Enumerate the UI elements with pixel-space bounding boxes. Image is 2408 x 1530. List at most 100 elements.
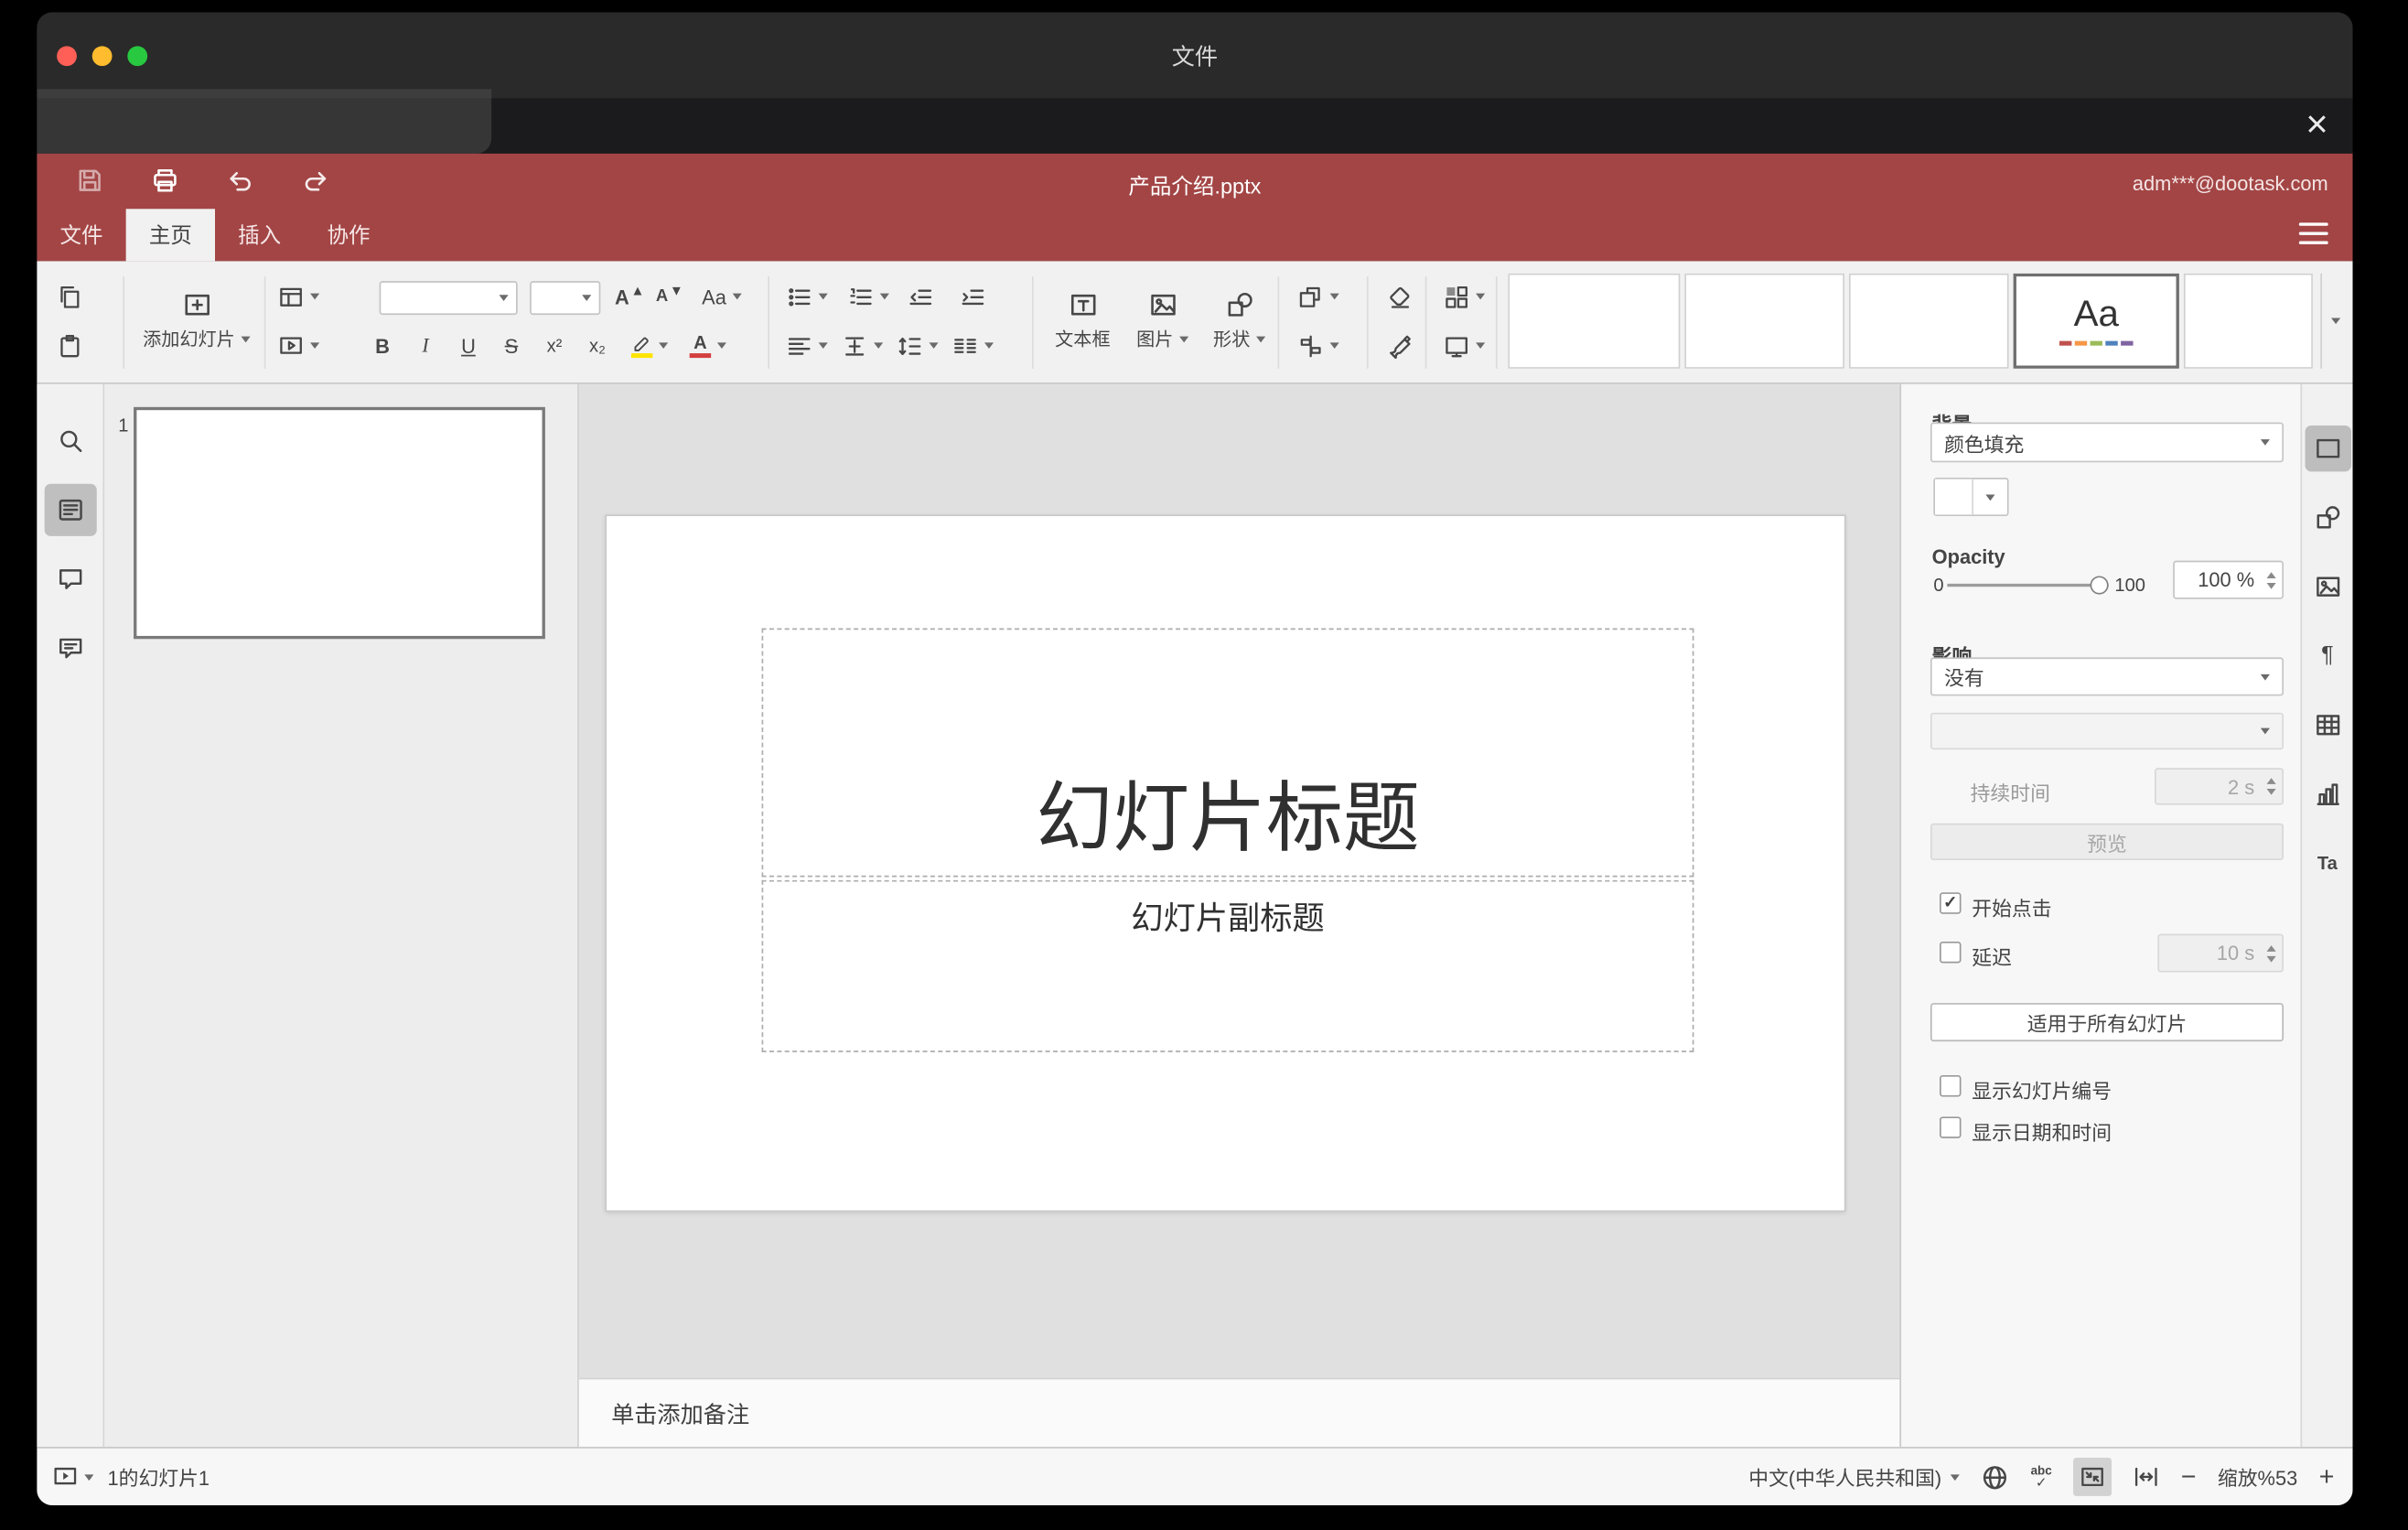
slide-layout-button[interactable]	[270, 276, 325, 317]
tab-collaboration[interactable]: 协作	[304, 209, 392, 261]
font-size-select[interactable]	[530, 281, 601, 316]
align-shape-button[interactable]	[1290, 326, 1345, 366]
highlight-color-button[interactable]	[623, 326, 675, 366]
slides-panel-button[interactable]	[37, 475, 102, 544]
slide-canvas[interactable]: 幻灯片标题 幻灯片副标题	[605, 514, 1846, 1212]
decrease-indent-button[interactable]	[900, 276, 941, 317]
save-button[interactable]	[74, 165, 105, 196]
font-name-select[interactable]	[379, 281, 518, 316]
shape-button[interactable]: 形状	[1201, 274, 1278, 369]
subtitle-placeholder[interactable]: 幻灯片副标题	[761, 879, 1694, 1052]
image-button[interactable]: 图片	[1124, 274, 1201, 369]
theme-item[interactable]	[1508, 273, 1681, 369]
preview-button[interactable]: 预览	[1930, 823, 2284, 860]
increase-indent-button[interactable]	[952, 276, 993, 317]
chevron-down-icon	[84, 1473, 94, 1481]
zoom-in-button[interactable]: +	[2319, 1464, 2335, 1491]
opacity-slider[interactable]	[1947, 575, 2109, 597]
opacity-input[interactable]: 100 %	[2173, 560, 2284, 599]
delay-checkbox[interactable]	[1940, 941, 1962, 964]
background-fill-select[interactable]: 颜色填充	[1930, 422, 2284, 463]
bold-button[interactable]: B	[362, 326, 403, 366]
fit-to-slide-button[interactable]	[2073, 1457, 2112, 1496]
horizontal-align-button[interactable]	[780, 326, 833, 366]
chevron-down-icon	[732, 293, 742, 300]
text-art-settings-tab[interactable]: Ta	[2302, 828, 2352, 898]
effect-select[interactable]: 没有	[1930, 657, 2284, 696]
theme-item[interactable]	[1684, 273, 1844, 369]
print-button[interactable]	[149, 165, 180, 196]
zoom-out-button[interactable]: −	[2181, 1464, 2197, 1491]
show-slide-number-checkbox[interactable]	[1940, 1074, 1962, 1097]
slider-knob[interactable]	[2090, 576, 2109, 595]
vertical-align-button[interactable]	[835, 326, 887, 366]
duration-input[interactable]: 2 s	[2155, 768, 2284, 805]
title-placeholder[interactable]: 幻灯片标题	[761, 628, 1694, 878]
strikethrough-button[interactable]: S	[491, 326, 532, 366]
change-case-button[interactable]: Aa	[693, 276, 751, 317]
columns-button[interactable]	[946, 326, 998, 366]
feedback-button[interactable]	[37, 613, 102, 683]
subscript-button[interactable]: x₂	[577, 326, 618, 366]
close-traffic-button[interactable]	[57, 46, 77, 67]
fill-color-button[interactable]	[1933, 478, 2009, 516]
undo-button[interactable]	[224, 165, 255, 196]
paste-button[interactable]	[49, 326, 90, 366]
tab-home[interactable]: 主页	[125, 209, 215, 262]
numbering-button[interactable]	[842, 276, 894, 317]
arrange-shape-button[interactable]	[1290, 276, 1345, 317]
text-box-button[interactable]: 文本框	[1044, 274, 1121, 369]
language-button[interactable]: 中文(中华人民共和国)	[1748, 1462, 1961, 1492]
bullets-button[interactable]	[780, 276, 833, 317]
effect-type-select[interactable]	[1930, 712, 2284, 750]
theme-item[interactable]	[2183, 273, 2313, 369]
notes-placeholder-text: 单击添加备注	[611, 1401, 750, 1428]
shape-settings-tab[interactable]	[2302, 482, 2352, 552]
font-color-button[interactable]: A	[682, 326, 734, 366]
theme-item-selected[interactable]: Aa	[2013, 273, 2179, 369]
decrease-font-size-button[interactable]: A ▼	[650, 276, 690, 317]
start-slideshow-status-button[interactable]	[52, 1464, 94, 1491]
status-left: 1的幻灯片1	[52, 1462, 210, 1492]
search-button[interactable]	[37, 405, 102, 475]
add-slide-button[interactable]: 添加幻灯片	[135, 274, 258, 369]
fullscreen-traffic-button[interactable]	[127, 46, 148, 67]
theme-gallery-expand-button[interactable]	[2320, 273, 2349, 369]
paragraph-settings-tab[interactable]: ¶	[2302, 620, 2352, 690]
start-slideshow-button[interactable]	[270, 326, 325, 366]
hamburger-menu-icon[interactable]	[2298, 222, 2328, 244]
comments-button[interactable]	[37, 544, 102, 613]
spinner-arrows-icon[interactable]	[2266, 944, 2276, 962]
minimize-traffic-button[interactable]	[91, 46, 113, 67]
document-language-button[interactable]	[1982, 1463, 2009, 1491]
copy-style-button[interactable]	[1379, 326, 1419, 366]
clear-style-button[interactable]	[1379, 276, 1419, 317]
fit-to-width-button[interactable]	[2134, 1464, 2160, 1491]
theme-item[interactable]	[1848, 273, 2009, 369]
redo-button[interactable]	[299, 165, 330, 196]
apply-to-all-slides-button[interactable]: 适用于所有幻灯片	[1930, 1003, 2284, 1042]
image-settings-tab[interactable]	[2302, 552, 2352, 621]
spinner-arrows-icon[interactable]	[2266, 778, 2276, 795]
copy-button[interactable]	[49, 276, 90, 317]
show-date-time-checkbox[interactable]	[1940, 1116, 1962, 1138]
italic-button[interactable]: I	[405, 326, 446, 366]
tab-file[interactable]: 文件	[37, 209, 125, 261]
close-icon[interactable]: ×	[2306, 98, 2328, 153]
notes-area[interactable]: 单击添加备注	[578, 1377, 1900, 1448]
delay-input[interactable]: 10 s	[2157, 933, 2284, 973]
line-spacing-button[interactable]	[891, 326, 943, 366]
start-on-click-checkbox[interactable]: ✓	[1940, 892, 1962, 914]
underline-button[interactable]: U	[448, 326, 489, 366]
color-scheme-button[interactable]	[1435, 276, 1493, 317]
slide-size-button[interactable]	[1435, 326, 1493, 366]
spell-check-button[interactable]: abc ✓	[2031, 1464, 2052, 1490]
tab-insert[interactable]: 插入	[215, 209, 304, 261]
slide-settings-tab[interactable]	[2302, 414, 2352, 483]
table-settings-tab[interactable]	[2302, 690, 2352, 760]
superscript-button[interactable]: x²	[534, 326, 575, 366]
spinner-arrows-icon[interactable]	[2266, 571, 2276, 588]
chart-settings-tab[interactable]	[2302, 759, 2352, 828]
slide-thumbnail[interactable]	[134, 406, 545, 640]
increase-font-size-button[interactable]: A ▲	[609, 276, 650, 317]
